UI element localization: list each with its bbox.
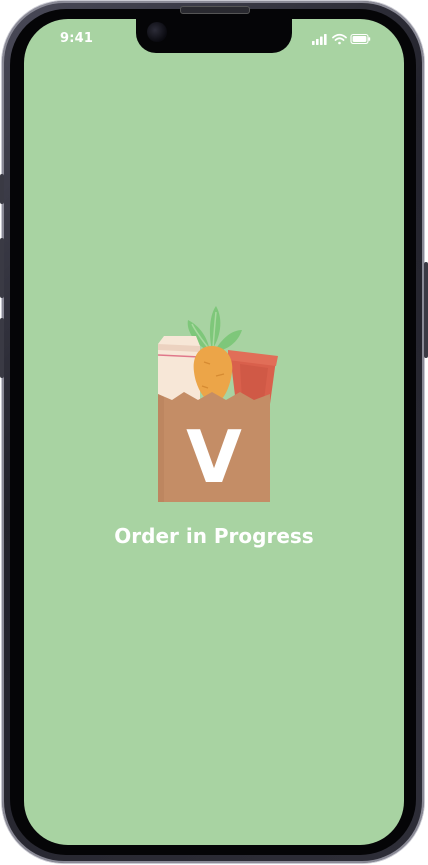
volume-down-button [0, 318, 4, 378]
battery-icon [350, 33, 371, 45]
wifi-icon [332, 33, 347, 45]
volume-up-button [0, 238, 4, 298]
status-icons [312, 33, 371, 45]
logo-letter: V [186, 415, 242, 499]
earpiece-speaker [180, 6, 250, 14]
signal-icon [312, 34, 327, 45]
power-button [424, 262, 428, 358]
mute-switch [0, 174, 4, 204]
status-time: 9:41 [60, 31, 94, 46]
order-status-title: Order in Progress [114, 524, 314, 548]
front-camera [147, 22, 167, 42]
milk-carton-icon [157, 336, 201, 404]
grocery-bag-icon: V [157, 306, 278, 502]
